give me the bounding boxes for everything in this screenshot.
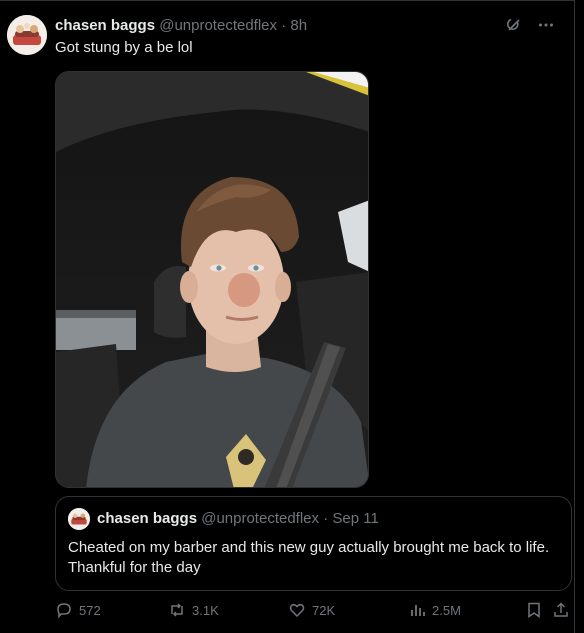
- quoted-avatar-image: [68, 508, 90, 530]
- views-icon: [411, 605, 425, 616]
- author-name[interactable]: chasen baggs: [55, 17, 155, 34]
- tweet-card[interactable]: chasen baggs @unprotectedflex · 8h Got s…: [0, 0, 575, 633]
- selfie-photo-illustration: [56, 72, 368, 487]
- tweet-action-bar: 572 3.1K 72K 2.5M: [55, 601, 570, 625]
- grok-icon[interactable]: [504, 15, 524, 35]
- quoted-author-name[interactable]: chasen baggs: [97, 510, 197, 527]
- repost-count: 3.1K: [192, 602, 219, 618]
- view-count: 2.5M: [432, 602, 461, 618]
- author-avatar[interactable]: [7, 15, 47, 55]
- share-button[interactable]: [552, 601, 570, 619]
- like-button[interactable]: 72K: [288, 601, 335, 619]
- top-right-actions: [504, 15, 556, 35]
- header-separator: ·: [281, 17, 287, 34]
- reply-button[interactable]: 572: [55, 601, 101, 619]
- more-icon[interactable]: [536, 15, 556, 35]
- tweet-header: chasen baggs @unprotectedflex · 8h: [55, 16, 307, 36]
- tweet-time[interactable]: 8h: [290, 17, 307, 34]
- like-count: 72K: [312, 602, 336, 618]
- reply-icon: [57, 603, 71, 619]
- quoted-separator: ·: [323, 510, 329, 527]
- reply-count: 572: [79, 602, 101, 618]
- tweet-photo[interactable]: [55, 71, 369, 488]
- bookmark-icon: [528, 602, 540, 618]
- quoted-author-avatar[interactable]: [68, 508, 90, 530]
- avatar-image: [7, 15, 47, 55]
- quoted-date[interactable]: Sep 11: [332, 510, 378, 527]
- bookmark-button[interactable]: [525, 601, 543, 619]
- repost-icon: [171, 603, 183, 617]
- tweet-text: Got stung by a be lol: [55, 39, 193, 56]
- quoted-author-handle[interactable]: @unprotectedflex: [201, 510, 319, 527]
- quoted-text: Cheated on my barber and this new guy ac…: [68, 539, 550, 576]
- quoted-header: chasen baggs @unprotectedflex · Sep 11: [97, 509, 379, 529]
- share-icon: [554, 602, 568, 617]
- quoted-tweet[interactable]: chasen baggs @unprotectedflex · Sep 11 C…: [55, 496, 572, 591]
- author-handle[interactable]: @unprotectedflex: [159, 17, 277, 34]
- views-button[interactable]: 2.5M: [408, 601, 461, 619]
- repost-button[interactable]: 3.1K: [168, 601, 219, 619]
- like-icon: [289, 603, 305, 618]
